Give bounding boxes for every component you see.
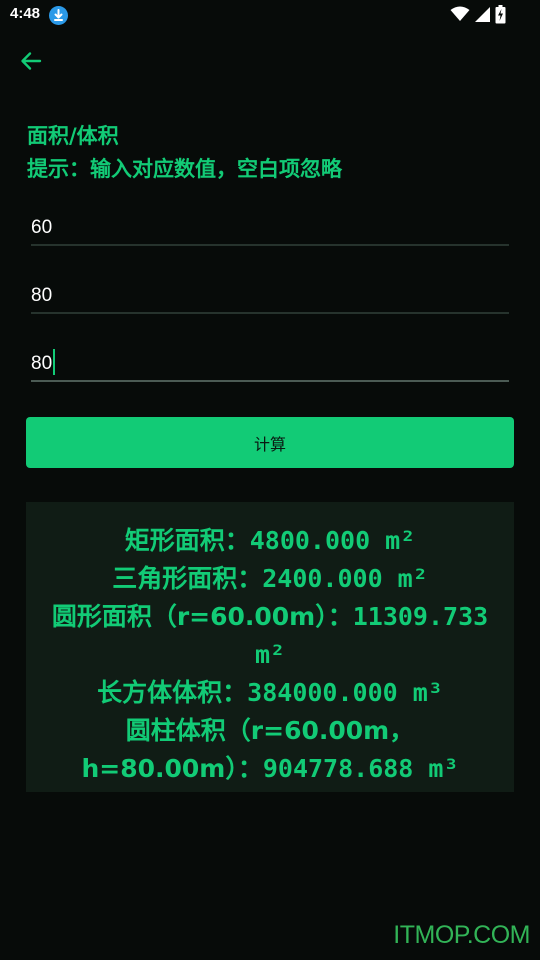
- hint-text: 提示：输入对应数值，空白项忽略: [27, 157, 342, 181]
- input-value: 80: [31, 285, 53, 306]
- wifi-icon: [450, 6, 470, 26]
- height-input[interactable]: 80: [31, 340, 509, 382]
- status-bar: 4:48: [0, 0, 540, 32]
- arrow-left-icon: [19, 49, 43, 77]
- screen: 4:48 面积/体积 提示：输入对应数值，空白项忽略 60 80 80 计算 矩…: [0, 0, 540, 960]
- back-button[interactable]: [14, 46, 48, 80]
- width-input[interactable]: 80: [31, 272, 509, 314]
- text-cursor: [53, 349, 56, 375]
- result-text: 矩形面积：4800.000 m² 三角形面积：2400.000 m² 圆形面积（…: [36, 522, 504, 788]
- calculate-button-label: 计算: [253, 434, 286, 454]
- calculate-button[interactable]: 计算: [26, 417, 514, 468]
- result-cuboid-volume: 长方体体积：384000.000 m³: [97, 678, 443, 707]
- status-icons: [450, 4, 506, 28]
- input-value: 60: [31, 217, 53, 238]
- battery-charging-icon: [495, 4, 506, 28]
- result-panel: 矩形面积：4800.000 m² 三角形面积：2400.000 m² 圆形面积（…: [26, 502, 514, 792]
- signal-icon: [474, 6, 491, 27]
- input-value: 80: [31, 353, 53, 374]
- watermark: ITMOP.COM: [393, 921, 530, 949]
- result-circle-area: 圆形面积（r=60.00m）：11309.733 m²: [51, 602, 489, 669]
- status-time: 4:48: [10, 5, 41, 22]
- input-value-wrapper: 80: [31, 349, 56, 375]
- result-triangle-area: 三角形面积：2400.000 m²: [112, 564, 428, 593]
- length-input[interactable]: 60: [31, 204, 509, 246]
- result-rectangle-area: 矩形面积：4800.000 m²: [124, 526, 416, 555]
- page-title: 面积/体积: [27, 124, 119, 148]
- download-icon: [49, 6, 68, 25]
- result-cylinder-volume: 圆柱体积（r=60.00m，h=80.00m）：904778.688 m³: [81, 716, 459, 783]
